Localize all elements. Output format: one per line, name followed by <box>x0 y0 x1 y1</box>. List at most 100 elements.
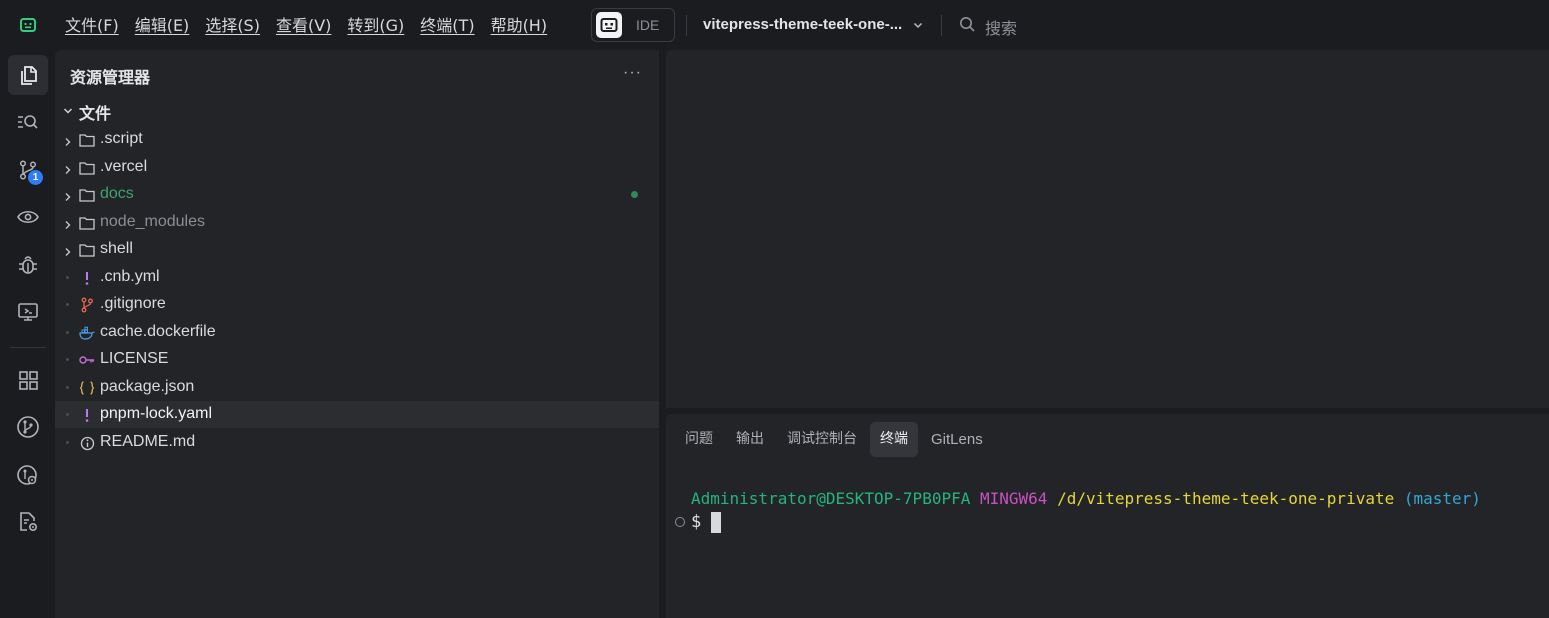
indent-guide <box>66 386 69 389</box>
activity-bar: 1 <box>0 50 55 618</box>
chevron-right-icon <box>63 162 73 174</box>
tree-item-readme[interactable]: README.md <box>55 429 659 456</box>
project-name[interactable]: vitepress-theme-teek-one-... <box>703 16 902 33</box>
scm-badge: 1 <box>28 170 43 185</box>
tree-item-package-json[interactable]: package.json <box>55 374 659 401</box>
tree-item-vercel[interactable]: .vercel <box>55 154 659 181</box>
file-name: LICENSE <box>100 350 169 367</box>
file-name: node_modules <box>100 213 205 230</box>
search-box[interactable]: 搜索 <box>959 15 1017 39</box>
chevron-right-icon <box>63 244 73 256</box>
title-bar: 文件(F) 编辑(E) 选择(S) 查看(V) 转到(G) 终端(T) 帮助(H… <box>0 0 1549 50</box>
file-name: .script <box>100 130 143 147</box>
folder-icon <box>78 131 96 149</box>
indent-guide <box>66 441 69 444</box>
sidebar-sash[interactable] <box>659 50 666 618</box>
activity-divider <box>10 347 46 348</box>
file-name: shell <box>100 240 133 257</box>
source-control-icon[interactable]: 1 <box>8 150 48 190</box>
file-name: cache.dockerfile <box>100 323 216 340</box>
explorer-panel: 资源管理器 ··· 文件 .script .vercel docs node_m… <box>55 50 659 618</box>
folder-icon <box>78 241 96 259</box>
tree-item-cache-dockerfile[interactable]: cache.dockerfile <box>55 319 659 346</box>
tab-debug-console[interactable]: 调试控制台 <box>777 422 867 457</box>
tab-terminal[interactable]: 终端 <box>870 422 918 457</box>
preview-icon[interactable] <box>8 197 48 237</box>
gitlens-icon[interactable] <box>8 455 48 495</box>
search-icon <box>959 16 976 38</box>
terminal-env: MINGW64 <box>980 489 1048 508</box>
modified-indicator <box>631 191 638 198</box>
tree-item-node-modules[interactable]: node_modules <box>55 209 659 236</box>
file-name: README.md <box>100 433 196 450</box>
docker-icon <box>78 324 96 342</box>
menu-edit[interactable]: 编辑(E) <box>127 14 198 38</box>
json-icon <box>78 379 96 397</box>
file-name: docs <box>100 185 134 202</box>
search-icon[interactable] <box>8 102 48 142</box>
tab-gitlens[interactable]: GitLens <box>921 422 993 457</box>
folder-icon <box>78 159 96 177</box>
ide-label: IDE <box>636 17 660 33</box>
terminal-branch: (master) <box>1403 489 1481 508</box>
file-name: .vercel <box>100 158 148 175</box>
tree-item-gitignore[interactable]: .gitignore <box>55 291 659 318</box>
chevron-right-icon <box>63 134 73 146</box>
menu-selection[interactable]: 选择(S) <box>197 14 268 38</box>
terminal-prompt-line[interactable]: Administrator@DESKTOP-7PB0PFA MINGW64 /d… <box>691 489 1481 508</box>
menu-terminal[interactable]: 终端(T) <box>412 14 482 38</box>
yaml-icon <box>78 406 96 424</box>
file-name: pnpm-lock.yaml <box>100 405 213 422</box>
indent-guide <box>66 413 69 416</box>
git-icon <box>78 296 96 314</box>
folder-icon <box>78 186 96 204</box>
menu-go[interactable]: 转到(G) <box>339 14 412 38</box>
terminal-cursor <box>711 511 722 533</box>
folder-icon <box>78 214 96 232</box>
more-actions-icon[interactable]: ··· <box>623 64 642 82</box>
explorer-title: 资源管理器 <box>70 68 151 87</box>
extensions-icon[interactable] <box>8 360 48 400</box>
divider <box>941 15 942 36</box>
terminal-input-line[interactable]: $ <box>675 511 722 533</box>
panel-tabs: 问题 输出 调试控制台 终端 GitLens <box>675 422 996 457</box>
tree-item-docs[interactable]: docs <box>55 181 659 208</box>
app-logo-icon[interactable] <box>17 14 39 36</box>
tree-item-shell[interactable]: shell <box>55 236 659 263</box>
yaml-icon <box>78 269 96 287</box>
editor-area[interactable] <box>666 50 1549 408</box>
divider <box>686 15 687 36</box>
debug-icon[interactable] <box>8 245 48 285</box>
menu-file[interactable]: 文件(F) <box>57 14 127 38</box>
tree-item-script[interactable]: .script <box>55 126 659 153</box>
workspace-root-label: 文件 <box>79 104 112 123</box>
tree-item-cnb-yml[interactable]: .cnb.yml <box>55 264 659 291</box>
terminal-path: /d/vitepress-theme-teek-one-private <box>1057 489 1395 508</box>
indent-guide <box>66 331 69 334</box>
chevron-right-icon <box>63 189 73 201</box>
command-decoration-icon[interactable] <box>675 517 685 527</box>
menu-view[interactable]: 查看(V) <box>268 14 339 38</box>
remote-explorer-icon[interactable] <box>8 292 48 332</box>
chevron-down-icon[interactable] <box>912 18 924 36</box>
tree-item-pnpm-lock[interactable]: pnpm-lock.yaml <box>55 401 659 428</box>
file-name: .gitignore <box>100 295 166 312</box>
search-placeholder: 搜索 <box>985 19 1018 38</box>
tab-problems[interactable]: 问题 <box>675 422 723 457</box>
workspace-root[interactable]: 文件 <box>63 101 111 123</box>
git-graph-icon[interactable] <box>8 407 48 447</box>
explorer-icon[interactable] <box>8 55 48 95</box>
indent-guide <box>66 276 69 279</box>
tree-item-license[interactable]: LICENSE <box>55 346 659 373</box>
settings-sync-icon[interactable] <box>8 502 48 542</box>
indent-guide <box>66 358 69 361</box>
tab-output[interactable]: 输出 <box>726 422 774 457</box>
robot-icon <box>596 12 622 38</box>
bottom-panel: 问题 输出 调试控制台 终端 GitLens Administrator@DES… <box>666 414 1549 618</box>
chevron-right-icon <box>63 217 73 229</box>
indent-guide <box>66 303 69 306</box>
menu-help[interactable]: 帮助(H) <box>483 14 556 38</box>
chevron-down-icon <box>63 103 73 121</box>
file-name: .cnb.yml <box>100 268 160 285</box>
ide-switch[interactable]: IDE <box>591 8 675 42</box>
